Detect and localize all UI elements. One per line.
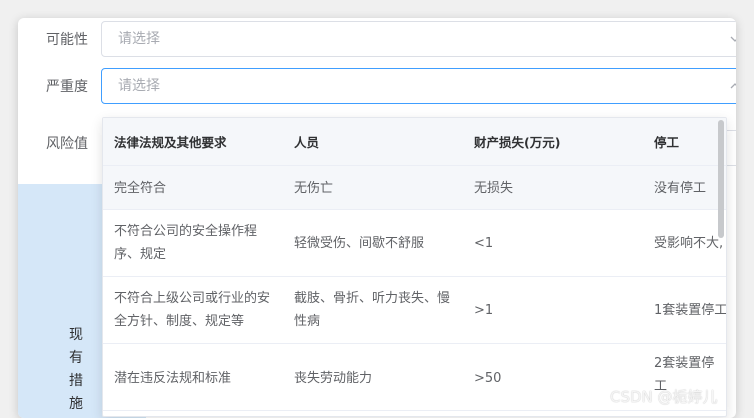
risk-label: 风险值 <box>46 136 88 152</box>
table-header: 法律法规及其他要求 人员 财产损失(万元) 停工 <box>103 118 726 166</box>
likelihood-select[interactable]: 请选择 <box>101 21 736 57</box>
column-header-property-loss: 财产损失(万元) <box>474 135 561 150</box>
column-header-shutdown: 停工 <box>654 135 680 150</box>
dropdown-scrollbar[interactable] <box>718 120 724 238</box>
table-row[interactable]: 不符合上级公司或行业的安全方针、制度、规定等 截肢、骨折、听力丧失、慢性病 >1… <box>103 277 726 344</box>
chevron-up-icon <box>730 83 736 89</box>
table-row[interactable]: 完全符合 无伤亡 无损失 没有停工 <box>103 166 726 210</box>
severity-dropdown: 法律法规及其他要求 人员 财产损失(万元) 停工 完全符合 无伤亡 无损失 没有… <box>102 117 727 417</box>
current-measures-label: 现 有 措 施 <box>69 327 83 412</box>
form-card: 可能性 请选择 严重度 请选择 风险值 现 有 措 施 法律法规及其他要求 人员… <box>18 18 736 418</box>
chevron-down-icon <box>730 36 736 42</box>
likelihood-placeholder: 请选择 <box>118 31 160 47</box>
severity-select[interactable]: 请选择 <box>101 68 736 104</box>
severity-placeholder: 请选择 <box>118 78 160 94</box>
column-header-personnel: 人员 <box>294 135 320 150</box>
table-row[interactable]: 不符合公司的安全操作程序、规定 轻微受伤、间歇不舒服 <1 受影响不大, <box>103 210 726 277</box>
watermark: CSDN @栀婷儿 <box>610 388 718 406</box>
column-header-regulations: 法律法规及其他要求 <box>114 135 227 150</box>
